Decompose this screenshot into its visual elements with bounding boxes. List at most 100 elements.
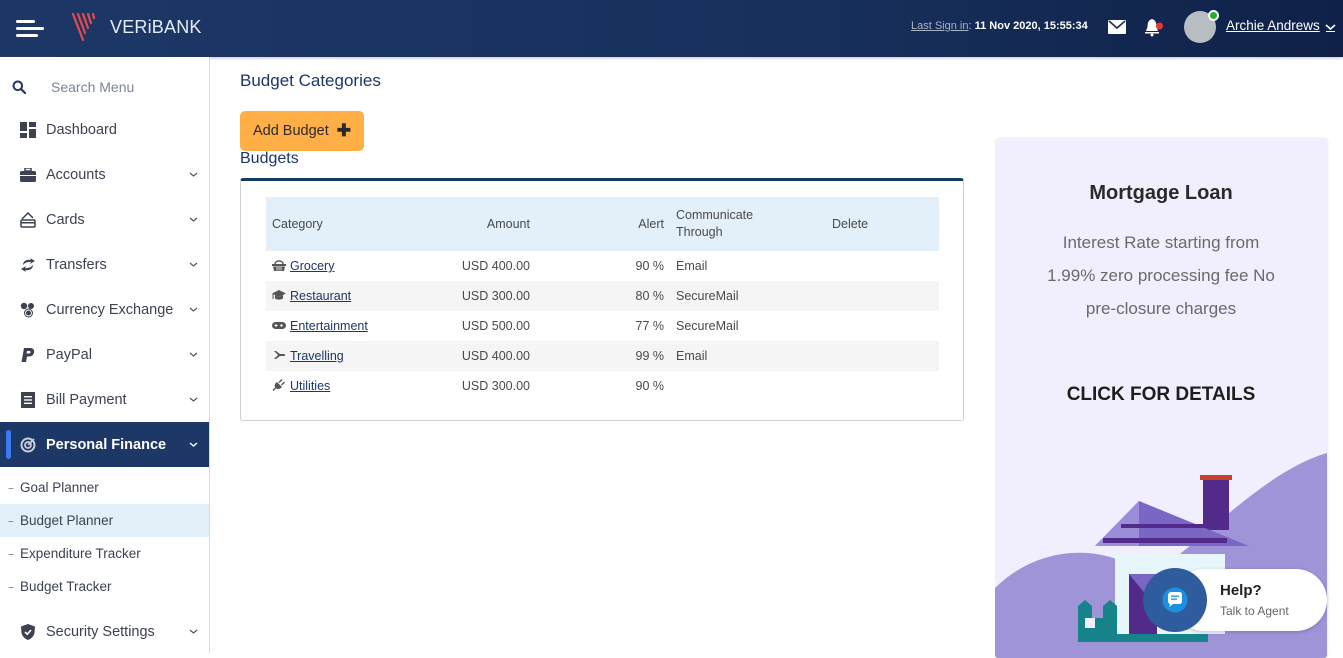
chevron-down-icon [189,397,198,402]
alert-cell: 99 % [635,349,665,363]
table-row: Travelling USD 400.00 99 % Email [266,341,939,371]
sidebar-item-personal-finance[interactable]: Personal Finance [0,422,209,467]
last-sign-in-value: 11 Nov 2020, 15:55:34 [974,20,1088,32]
sidebar-item-accounts[interactable]: Accounts [0,152,209,197]
mail-icon[interactable] [1108,20,1126,34]
sidebar-item-label: Dashboard [46,121,117,138]
brand-logo[interactable]: VERiBANK [70,11,202,43]
chevron-down-icon [189,307,198,312]
alert-cell: 90 % [635,379,665,393]
help-title: Help? [1220,582,1262,599]
category-link[interactable]: Restaurant [290,289,351,303]
basket-icon [272,260,286,271]
card-icon [19,211,36,228]
budgets-card: Category Amount Alert Communicate Throug… [240,178,964,421]
plane-icon [274,351,286,359]
communicate-cell: SecureMail [676,319,739,333]
add-budget-button[interactable]: Add Budget ✚ [240,111,364,151]
sidebar-subitem-label: Budget Planner [20,513,114,528]
sidebar-item-cards[interactable]: Cards [0,197,209,242]
sidebar-item-label: PayPal [46,346,92,363]
sidebar-item-label: Bill Payment [46,391,127,408]
table-row: Utilities USD 300.00 90 % [266,371,939,401]
alert-cell: 80 % [635,289,665,303]
header-amount: Amount [486,217,530,231]
alert-cell: 90 % [635,259,665,273]
amount-cell: USD 500.00 [461,319,530,333]
sidebar-subitem-budget-planner[interactable]: – Budget Planner [0,504,209,537]
sidebar-item-paypal[interactable]: PayPal [0,332,209,377]
active-indicator [6,430,11,459]
header-alert: Alert [638,217,664,231]
chevron-down-icon [189,629,198,634]
header-delete: Delete [832,217,869,231]
delete-cell[interactable] [804,251,939,281]
ad-cta-link[interactable]: CLICK FOR DETAILS [995,384,1327,406]
sidebar-item-bill-payment[interactable]: Bill Payment [0,377,209,422]
sidebar-item-label: Cards [46,211,85,228]
sidebar-item-label: Accounts [46,166,106,183]
add-budget-label: Add Budget [252,123,329,139]
sidebar-item-label: Security Settings [46,623,155,640]
dashboard-icon [19,121,36,138]
chevron-down-icon[interactable] [1325,22,1336,32]
budgets-section-label: Budgets [240,150,299,167]
notification-bell-icon[interactable] [1144,17,1164,37]
sidebar-subitem-label: Expenditure Tracker [20,546,141,561]
sidebar-item-currency-exchange[interactable]: Currency Exchange [0,287,209,332]
sidebar-item-label: Personal Finance [46,436,167,453]
page-title: Budget Categories [240,71,381,90]
sidebar-subitem-goal-planner[interactable]: – Goal Planner [0,471,209,504]
paypal-icon [19,346,36,363]
category-link[interactable]: Entertainment [290,319,368,333]
last-sign-in-label[interactable]: Last Sign in [911,20,968,32]
briefcase-icon [19,166,36,183]
chevron-down-icon [189,217,198,222]
shield-icon [19,623,36,640]
sidebar-item-label: Currency Exchange [46,301,174,318]
bill-icon [19,391,36,408]
amount-cell: USD 400.00 [461,349,530,363]
sidebar-item-dashboard[interactable]: Dashboard [0,107,209,152]
search-menu-input[interactable]: Search Menu [51,79,134,95]
chevron-down-icon [189,262,198,267]
sidebar-subitem-expenditure-tracker[interactable]: – Expenditure Tracker [0,537,209,570]
chat-agent-button[interactable] [1143,568,1207,632]
chevron-down-icon [189,172,198,177]
category-link[interactable]: Grocery [290,259,334,273]
search-icon [12,80,26,94]
delete-cell[interactable] [804,311,939,341]
plus-icon: ✚ [336,121,352,140]
table-row: Entertainment USD 500.00 77 % SecureMail [266,311,939,341]
sidebar-search[interactable]: Search Menu [12,79,134,95]
user-name-link[interactable]: Archie Andrews [1226,18,1320,33]
communicate-cell: Email [676,259,708,273]
online-status-dot [1208,10,1219,21]
communicate-cell: Email [676,349,708,363]
chevron-down-icon [189,442,198,447]
delete-cell[interactable] [804,281,939,311]
veribank-logo-icon [71,12,96,42]
sidebar-item-transfers[interactable]: Transfers [0,242,209,287]
sidebar-subitem-label: Goal Planner [20,480,99,495]
target-icon [19,436,36,453]
help-widget[interactable]: Help? Talk to Agent [1143,568,1327,632]
chevron-down-icon [189,352,198,357]
sidebar-subitem-budget-tracker[interactable]: – Budget Tracker [0,570,209,603]
delete-cell[interactable] [804,341,939,371]
category-link[interactable]: Travelling [290,349,344,363]
communicate-cell [670,371,804,401]
delete-cell[interactable] [804,371,939,401]
budgets-table: Category Amount Alert Communicate Throug… [266,197,939,401]
sidebar-item-security-settings[interactable]: Security Settings [0,609,209,654]
brand-name: VERiBANK [110,16,202,37]
category-link[interactable]: Utilities [290,379,330,393]
header-category: Category [272,217,323,231]
hamburger-menu-icon[interactable] [16,19,46,39]
alert-cell: 77 % [635,319,665,333]
table-row: Restaurant USD 300.00 80 % SecureMail [266,281,939,311]
top-bar: VERiBANK Last Sign in: 11 Nov 2020, 15:5… [0,0,1343,57]
amount-cell: USD 300.00 [461,379,530,393]
table-header-row: Category Amount Alert Communicate Throug… [266,197,939,251]
user-avatar[interactable] [1184,10,1219,43]
